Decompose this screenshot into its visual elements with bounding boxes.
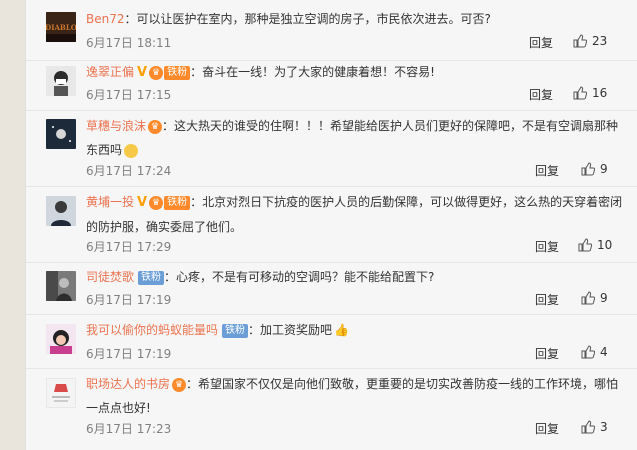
comment-content: 我可以偷你的蚂蚁能量吗 铁粉 ：加工资奖励吧 👍 (86, 318, 626, 342)
comment-item: 草穗与浪沫 ♛ ：这大热天的谁受的住啊！！！希望能给医护人员们更好的保障吧，不是有空… (26, 110, 637, 187)
like-count: 23 (592, 34, 608, 48)
verified-v-icon: V (137, 195, 148, 210)
like-count: 3 (600, 420, 608, 434)
comment-text: ：这大热天的谁受的住啊！！！希望能给医护人员们更好的保障吧，不是有空调扇那种东西… (86, 119, 619, 157)
reply-button[interactable]: 回复 (535, 420, 559, 437)
like-button[interactable]: 4 (581, 345, 608, 359)
username-link[interactable]: Ben72 (86, 12, 125, 26)
avatar[interactable] (46, 378, 76, 408)
svg-text:DIABLO: DIABLO (46, 23, 76, 32)
thumbs-up-icon (578, 238, 593, 252)
crown-badge-icon: ♛ (148, 119, 163, 134)
comment-date: 6月17日 17:19 (86, 293, 172, 307)
thumbs-up-icon (581, 291, 596, 305)
comment-item: 司徒焚歌 铁粉 ：心疼，不是有可移动的空调吗？能不能给配置下? 6月17日 17:1… (26, 262, 637, 315)
avatar[interactable] (46, 196, 76, 226)
comment-date: 6月17日 17:15 (86, 88, 172, 102)
crying-emoji-icon (124, 143, 139, 158)
like-count: 9 (600, 291, 608, 305)
comment-list: DIABLO Ben72：可以让医护在室内，那种是独立空调的房子，市民依次进去。… (25, 0, 637, 450)
username-link[interactable]: 我可以偷你的蚂蚁能量吗 (86, 323, 218, 337)
comment-content: 职场达人的书房 ♛ ：希望国家不仅仅是向他们致敬，更重要的是切实改善防疫一线的工作环… (86, 372, 626, 420)
reply-button[interactable]: 回复 (535, 345, 559, 362)
username-link[interactable]: 司徒焚歌 (86, 270, 134, 284)
like-button[interactable]: 3 (581, 420, 608, 434)
fan-badge: 铁粉 (138, 270, 165, 285)
thumbs-up-icon (581, 420, 596, 434)
avatar[interactable] (46, 119, 76, 149)
username-link[interactable]: 逸翠正偏 (86, 65, 134, 79)
reply-button[interactable]: 回复 (535, 162, 559, 179)
username-link[interactable]: 黄埔一投 (86, 195, 134, 209)
avatar[interactable]: DIABLO (46, 12, 76, 42)
comment-content: 黄埔一投 V ♛ 铁粉 ：北京对烈日下抗疫的医护人员的后勤保障，可以做得更好，这么热的天… (86, 190, 626, 239)
avatar[interactable] (46, 66, 76, 96)
username-link[interactable]: 职场达人的书房 (86, 377, 170, 391)
reply-button[interactable]: 回复 (535, 238, 559, 255)
crown-badge-icon: ♛ (149, 195, 164, 210)
comment-item: 逸翠正偏 V ♛ 铁粉 ：奋斗在一线！为了大家的健康着想！不容易! 6月17日 17:1… (26, 60, 637, 111)
like-count: 9 (600, 162, 608, 176)
thumbs-up-emoji-icon: 👍 (334, 323, 349, 337)
thumbs-up-icon (581, 345, 596, 359)
thumbs-up-icon (573, 86, 588, 100)
comment-item: 黄埔一投 V ♛ 铁粉 ：北京对烈日下抗疫的医护人员的后勤保障，可以做得更好，这么热的天… (26, 186, 637, 263)
like-button[interactable]: 16 (573, 86, 607, 100)
comment-text: ：加工资奖励吧 (248, 323, 333, 337)
comment-date: 6月17日 17:19 (86, 347, 172, 361)
fan-badge: 铁粉 (164, 195, 191, 210)
comment-content: 草穗与浪沫 ♛ ：这大热天的谁受的住啊！！！希望能给医护人员们更好的保障吧，不是有空… (86, 114, 626, 162)
comment-item: 我可以偷你的蚂蚁能量吗 铁粉 ：加工资奖励吧 👍 6月17日 17:19 回复 4 (26, 314, 637, 369)
fan-badge: 铁粉 (164, 65, 191, 80)
verified-v-icon: V (137, 65, 148, 80)
avatar[interactable] (46, 324, 76, 354)
like-button[interactable]: 10 (578, 238, 612, 252)
fan-badge: 铁粉 (222, 323, 249, 338)
reply-button[interactable]: 回复 (529, 86, 553, 103)
avatar[interactable] (46, 271, 76, 301)
like-button[interactable]: 23 (573, 34, 607, 48)
comment-content: 司徒焚歌 铁粉 ：心疼，不是有可移动的空调吗？能不能给配置下? (86, 265, 626, 289)
like-count: 10 (597, 238, 613, 252)
comment-text: ：心疼，不是有可移动的空调吗？能不能给配置下? (164, 270, 435, 284)
crown-badge-icon: ♛ (149, 65, 164, 80)
comment-item: DIABLO Ben72：可以让医护在室内，那种是独立空调的房子，市民依次进去。… (26, 0, 637, 61)
thumbs-up-icon (573, 34, 588, 48)
comment-content: Ben72：可以让医护在室内，那种是独立空调的房子，市民依次进去。可否? (86, 7, 626, 31)
comment-content: 逸翠正偏 V ♛ 铁粉 ：奋斗在一线！为了大家的健康着想！不容易! (86, 60, 626, 85)
comment-date: 6月17日 17:24 (86, 164, 172, 178)
comment-date: 6月17日 18:11 (86, 36, 172, 50)
comment-date: 6月17日 17:23 (86, 422, 172, 436)
reply-button[interactable]: 回复 (535, 291, 559, 308)
reply-button[interactable]: 回复 (529, 34, 553, 51)
username-link[interactable]: 草穗与浪沫 (86, 119, 146, 133)
like-button[interactable]: 9 (581, 291, 608, 305)
like-count: 16 (592, 86, 608, 100)
thumbs-up-icon (581, 162, 596, 176)
like-button[interactable]: 9 (581, 162, 608, 176)
crown-badge-icon: ♛ (172, 377, 187, 392)
like-count: 4 (600, 345, 608, 359)
comment-item: 职场达人的书房 ♛ ：希望国家不仅仅是向他们致敬，更重要的是切实改善防疫一线的工作环… (26, 368, 637, 450)
comment-text: ：奋斗在一线！为了大家的健康着想！不容易! (190, 65, 435, 79)
comment-text: ：可以让医护在室内，那种是独立空调的房子，市民依次进去。可否? (124, 12, 491, 26)
comment-date: 6月17日 17:29 (86, 240, 172, 254)
